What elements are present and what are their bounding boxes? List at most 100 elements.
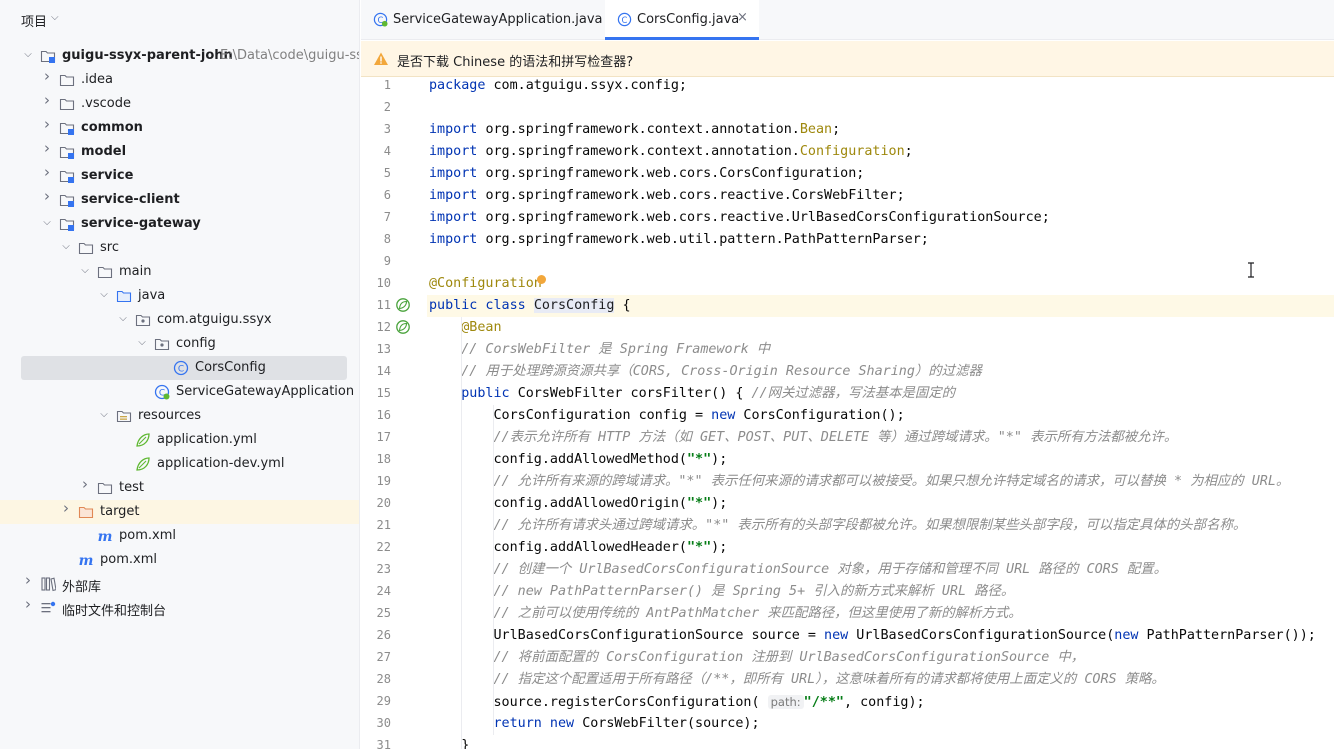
gutter-line[interactable]: 13 <box>361 339 427 361</box>
tree-item[interactable]: › 临时文件和控制台 <box>0 596 359 620</box>
spring-bean-icon[interactable] <box>395 297 411 313</box>
tree-item[interactable]: › service-client <box>0 188 359 212</box>
chevron-right-icon[interactable]: › <box>41 141 53 156</box>
code-line[interactable]: public class CorsConfig { <box>427 295 1334 317</box>
spring-bean-icon[interactable] <box>395 319 411 335</box>
chevron-down-icon[interactable]: ⌵ <box>22 49 34 61</box>
tree-item[interactable]: m pom.xml <box>0 524 359 548</box>
tree-item[interactable]: ⌵ service-gateway <box>0 212 359 236</box>
gutter-line[interactable]: 15 <box>361 383 427 405</box>
gutter-line[interactable]: 16 <box>361 405 427 427</box>
code-editor[interactable]: package com.atguigu.ssyx.config; import o… <box>427 77 1334 749</box>
chevron-right-icon[interactable]: › <box>41 69 53 84</box>
tree-item[interactable]: ⌵ src <box>0 236 359 260</box>
tree-item[interactable]: › .vscode <box>0 92 359 116</box>
code-line[interactable]: // CorsWebFilter 是 Spring Framework 中 <box>427 339 1334 361</box>
code-line[interactable]: // 将前面配置的 CorsConfiguration 注册到 UrlBased… <box>427 647 1334 669</box>
gutter-line[interactable]: 23 <box>361 559 427 581</box>
editor-gutter[interactable]: 1 2 3 4 5 6 7 8 9 10 11 12 13 14 15 16 17 18 19 20 21 22 23 24 2… <box>361 77 427 749</box>
chevron-down-icon[interactable]: ⌵ <box>98 289 110 301</box>
code-line[interactable]: // 允许所有来源的跨域请求。"*" 表示任何来源的请求都可以被接受。如果只想允… <box>427 471 1334 493</box>
tab-cors-config[interactable]: C CorsConfig.java × <box>605 0 759 40</box>
code-line[interactable]: // 之前可以使用传统的 AntPathMatcher 来匹配路径，但这里使用了… <box>427 603 1334 625</box>
tree-item[interactable]: › 外部库 <box>0 572 359 596</box>
tree-item[interactable]: › target <box>0 500 359 524</box>
chevron-right-icon[interactable]: › <box>79 477 91 492</box>
tree-item[interactable]: ⌵ resources <box>0 404 359 428</box>
chevron-right-icon[interactable]: › <box>41 189 53 204</box>
code-line[interactable]: // 创建一个 UrlBasedCorsConfigurationSource … <box>427 559 1334 581</box>
tree-item[interactable]: ⌵ config <box>0 332 359 356</box>
code-line[interactable]: } <box>427 735 1334 749</box>
tree-item[interactable]: › .idea <box>0 68 359 92</box>
gutter-line[interactable]: 11 <box>361 295 427 317</box>
project-panel-header[interactable]: 项目 ⌵ <box>0 0 359 40</box>
tree-item[interactable]: m pom.xml <box>0 548 359 572</box>
gutter-line[interactable]: 29 <box>361 691 427 713</box>
tree-item[interactable]: ⌵ java <box>0 284 359 308</box>
gutter-line[interactable]: 7 <box>361 207 427 229</box>
gutter-line[interactable]: 24 <box>361 581 427 603</box>
tree-item[interactable]: ⌵ main <box>0 260 359 284</box>
gutter-line[interactable]: 28 <box>361 669 427 691</box>
gutter-line[interactable]: 2 <box>361 97 427 119</box>
chevron-down-icon[interactable]: ⌵ <box>98 409 110 421</box>
code-line[interactable]: @Configuration <box>427 273 1334 295</box>
chevron-right-icon[interactable]: › <box>60 501 72 516</box>
code-line[interactable]: source.registerCorsConfiguration( path: "… <box>427 691 1334 713</box>
tree-item[interactable]: › test <box>0 476 359 500</box>
tree-item[interactable]: › model <box>0 140 359 164</box>
gutter-line[interactable]: 3 <box>361 119 427 141</box>
code-line[interactable]: config.addAllowedOrigin("*"); <box>427 493 1334 515</box>
code-line[interactable] <box>427 251 1334 273</box>
gutter-line[interactable]: 4 <box>361 141 427 163</box>
code-line[interactable]: // 允许所有请求头通过跨域请求。"*" 表示所有的头部字段都被允许。如果想限制… <box>427 515 1334 537</box>
tree-item[interactable]: › common <box>0 116 359 140</box>
code-line[interactable]: package com.atguigu.ssyx.config; <box>427 75 1334 97</box>
code-line[interactable]: import org.springframework.web.util.patt… <box>427 229 1334 251</box>
tree-item[interactable]: ⌵ guigu-ssyx-parent-john E:\Data\code\guig… <box>0 44 359 68</box>
tree-item[interactable]: C CorsConfig <box>21 356 347 380</box>
code-line[interactable]: import org.springframework.web.cors.reac… <box>427 207 1334 229</box>
gutter-line[interactable]: 5 <box>361 163 427 185</box>
gutter-line[interactable]: 27 <box>361 647 427 669</box>
gutter-line[interactable]: 10 <box>361 273 427 295</box>
code-line[interactable]: // 用于处理跨源资源共享（CORS, Cross-Origin Resourc… <box>427 361 1334 383</box>
chevron-right-icon[interactable]: › <box>41 93 53 108</box>
gutter-line[interactable]: 26 <box>361 625 427 647</box>
gutter-line[interactable]: 22 <box>361 537 427 559</box>
tab-service-gateway-application[interactable]: C ServiceGatewayApplication.java <box>361 0 609 40</box>
chevron-right-icon[interactable]: › <box>22 597 34 612</box>
chevron-down-icon[interactable]: ⌵ <box>60 241 72 253</box>
gutter-line[interactable]: 21 <box>361 515 427 537</box>
code-line[interactable]: config.addAllowedMethod("*"); <box>427 449 1334 471</box>
chevron-right-icon[interactable]: › <box>22 573 34 588</box>
code-line[interactable]: @Bean <box>427 317 1334 339</box>
code-line[interactable]: import org.springframework.web.cors.reac… <box>427 185 1334 207</box>
gutter-line[interactable]: 18 <box>361 449 427 471</box>
chevron-down-icon[interactable]: ⌵ <box>79 265 91 277</box>
gutter-line[interactable]: 25 <box>361 603 427 625</box>
gutter-line[interactable]: 30 <box>361 713 427 735</box>
code-line[interactable]: return new CorsWebFilter(source); <box>427 713 1334 735</box>
chevron-down-icon[interactable]: ⌵ <box>117 313 129 325</box>
code-line[interactable]: CorsConfiguration config = new CorsConfi… <box>427 405 1334 427</box>
gutter-line[interactable]: 6 <box>361 185 427 207</box>
chevron-right-icon[interactable]: › <box>41 117 53 132</box>
tree-item[interactable]: application.yml <box>0 428 359 452</box>
tree-item[interactable]: › service <box>0 164 359 188</box>
tree-item[interactable]: C ServiceGatewayApplication <box>0 380 359 404</box>
tree-item[interactable]: application-dev.yml <box>0 452 359 476</box>
project-panel-title[interactable]: 项目 <box>21 11 47 30</box>
chevron-right-icon[interactable]: › <box>41 165 53 180</box>
code-line[interactable]: import org.springframework.context.annot… <box>427 119 1334 141</box>
code-line[interactable]: import org.springframework.web.cors.Cors… <box>427 163 1334 185</box>
code-line[interactable]: // 指定这个配置适用于所有路径（/**，即所有 URL），这意味着所有的请求都… <box>427 669 1334 691</box>
gutter-line[interactable]: 17 <box>361 427 427 449</box>
gutter-line[interactable]: 12 <box>361 317 427 339</box>
code-line[interactable]: import org.springframework.context.annot… <box>427 141 1334 163</box>
chevron-down-icon[interactable]: ⌵ <box>41 217 53 229</box>
code-line[interactable]: //表示允许所有 HTTP 方法（如 GET、POST、PUT、DELETE 等… <box>427 427 1334 449</box>
close-icon[interactable]: × <box>737 10 748 25</box>
code-line[interactable]: public CorsWebFilter corsFilter() { //网关… <box>427 383 1334 405</box>
